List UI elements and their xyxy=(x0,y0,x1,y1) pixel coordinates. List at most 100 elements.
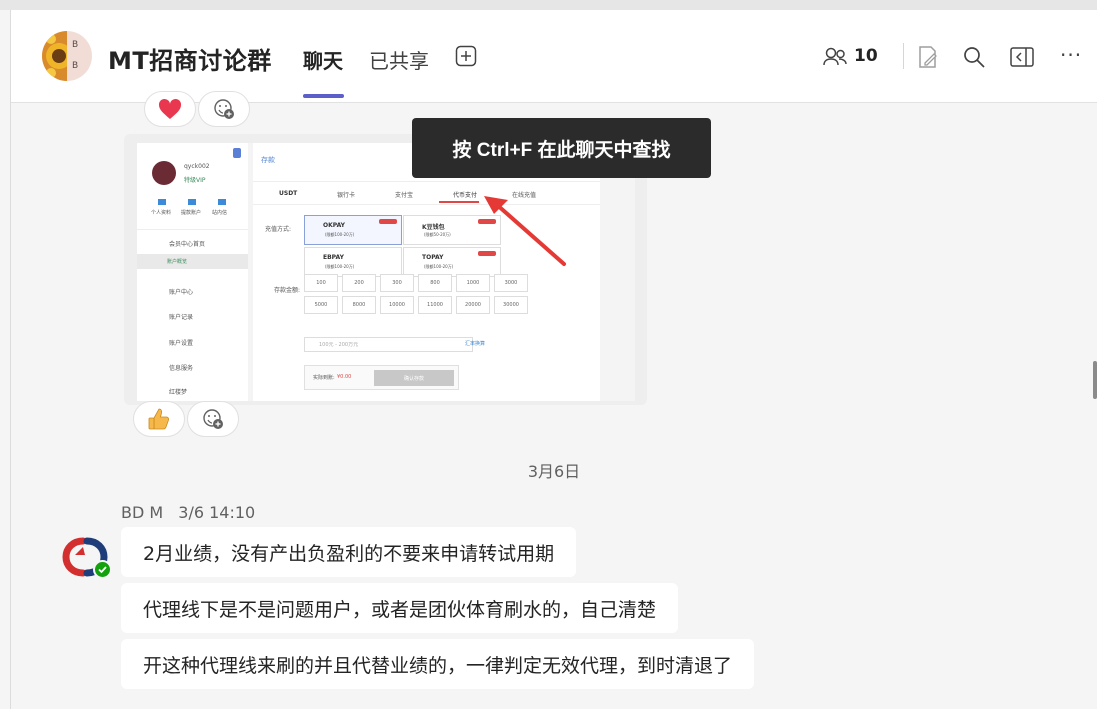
screenshot-method-name: TOPAY xyxy=(422,254,444,261)
screenshot-divider xyxy=(137,229,248,230)
active-tab-indicator xyxy=(303,94,344,98)
sunflower-icon xyxy=(42,31,67,81)
heart-reaction[interactable] xyxy=(144,91,196,127)
thumbs-up-reaction[interactable] xyxy=(133,401,185,437)
screenshot-rate-label: 汇率换算 xyxy=(465,341,486,347)
tab-chat[interactable]: 聊天 xyxy=(303,45,343,74)
find-tooltip: 按 Ctrl+F 在此聊天中查找 xyxy=(412,118,711,178)
participant-count[interactable]: 10 xyxy=(854,46,878,66)
screenshot-amount-option: 3000 xyxy=(494,274,528,292)
avatar-letter: B xyxy=(72,40,79,50)
screenshot-pay-tab: 代币支付 xyxy=(453,192,478,199)
message-meta: BD M 3/6 14:10 xyxy=(121,503,255,522)
screenshot-summary-box: 实际到账: ¥0.00 确认存款 xyxy=(304,365,459,390)
screenshot-divider xyxy=(253,181,600,182)
window-top-strip xyxy=(0,0,1097,10)
tab-shared[interactable]: 已共享 xyxy=(369,45,429,74)
message-text: 代理线下是不是问题用户，或者是团伙体育刷水的，自己清楚 xyxy=(143,598,657,621)
chat-content: qyck002 特级VIP 个人资料 提款账户 站内信 会员中心首页 账户概览 … xyxy=(11,91,1097,709)
header-divider xyxy=(903,43,904,69)
screenshot-actual-value: ¥0.00 xyxy=(337,374,352,380)
people-icon[interactable] xyxy=(822,44,848,70)
heart-icon xyxy=(158,98,182,119)
date-divider: 3月6日 xyxy=(527,462,581,481)
search-icon[interactable] xyxy=(961,44,987,70)
scrollbar-thumb[interactable] xyxy=(1093,361,1097,399)
add-reaction-icon xyxy=(203,409,223,429)
screenshot-active-tab-line xyxy=(439,201,479,203)
screenshot-link: 个人资料 xyxy=(151,210,172,216)
screenshot-vip: 特级VIP xyxy=(184,177,206,184)
screenshot-menu-item: 会员中心首页 xyxy=(169,241,206,248)
message-text: 开这种代理线来刷的并且代替业绩的，一律判定无效代理，到时清退了 xyxy=(143,654,733,677)
screenshot-menu-item: 账户记录 xyxy=(169,314,194,321)
message-time: 3/6 14:10 xyxy=(178,503,256,522)
screenshot-pay-tab: 银行卡 xyxy=(337,192,356,199)
screenshot-method-badge xyxy=(379,219,397,224)
screenshot-amount-option: 800 xyxy=(418,274,452,292)
screenshot-amount-option: 10000 xyxy=(380,296,414,314)
screenshot-actual-label: 实际到账: xyxy=(313,375,335,381)
screenshot-submit-button: 确认存款 xyxy=(374,370,454,386)
screenshot-amount-label: 存款金额: xyxy=(274,287,301,294)
screenshot-amount-option: 200 xyxy=(342,274,376,292)
screenshot-method-name: OKPAY xyxy=(323,222,346,229)
card-icon xyxy=(188,199,196,205)
screenshot-amount-option: 8000 xyxy=(342,296,376,314)
screenshot-amount-option: 5000 xyxy=(304,296,338,314)
screenshot-user-avatar xyxy=(152,161,176,185)
add-reaction-button[interactable] xyxy=(198,91,250,127)
popout-icon[interactable] xyxy=(1009,44,1035,70)
screenshot-link: 提款账户 xyxy=(181,210,202,216)
screenshot-amount-option: 30000 xyxy=(494,296,528,314)
more-icon[interactable]: ··· xyxy=(1060,43,1082,67)
screenshot-method-label: 充值方式: xyxy=(265,226,292,233)
presence-available-icon xyxy=(93,560,112,579)
screenshot-amount-option: 1000 xyxy=(456,274,490,292)
screenshot-method-name: K豆钱包 xyxy=(422,224,445,231)
screenshot-method-card: OKPAY (限额100-20万) xyxy=(304,215,402,245)
screenshot-amount-option: 20000 xyxy=(456,296,490,314)
screenshot-amount-option: 100 xyxy=(304,274,338,292)
screenshot-amount-input: 100元 - 200万元 xyxy=(304,337,473,352)
avatar-letter: B xyxy=(72,61,79,71)
screenshot-main: 存款 USDT 银行卡 支付宝 代币支付 在线充值 充值方式: OKPAY (限… xyxy=(253,143,600,401)
message-bubble[interactable]: 代理线下是不是问题用户，或者是团伙体育刷水的，自己清楚 xyxy=(121,583,679,633)
group-avatar[interactable]: B B xyxy=(42,31,92,81)
screenshot-menu-item: 红楼梦 xyxy=(169,389,188,396)
add-tab-icon[interactable] xyxy=(455,45,477,67)
screenshot-menu-item: 账户概览 xyxy=(167,259,188,265)
thumbs-up-icon xyxy=(148,408,170,430)
screenshot-page: qyck002 特级VIP 个人资料 提款账户 站内信 会员中心首页 账户概览 … xyxy=(137,143,635,401)
screenshot-method-card: EBPAY (限额100-20万) xyxy=(304,247,402,277)
screenshot-pay-tab: USDT xyxy=(279,190,298,197)
screenshot-method-limit: (限额50-20万) xyxy=(424,232,451,237)
mail-icon xyxy=(218,199,226,205)
screenshot-method-limit: (限额100-20万) xyxy=(424,264,454,269)
screenshot-sidebar: qyck002 特级VIP 个人资料 提款账户 站内信 会员中心首页 账户概览 … xyxy=(137,143,248,401)
edit-icon[interactable] xyxy=(915,44,941,70)
screenshot-link: 站内信 xyxy=(212,210,228,216)
sender-name[interactable]: BD M xyxy=(121,503,163,522)
screenshot-menu-item: 信息服务 xyxy=(169,365,194,372)
profile-icon xyxy=(158,199,166,205)
message-bubble[interactable]: 开这种代理线来刷的并且代替业绩的，一律判定无效代理，到时清退了 xyxy=(121,639,755,689)
message-bubble[interactable]: 2月业绩，没有产出负盈利的不要来申请转试用期 xyxy=(121,527,577,577)
screenshot-method-name: EBPAY xyxy=(323,254,344,261)
screenshot-page-title: 存款 xyxy=(261,156,275,164)
group-title: MT招商讨论群 xyxy=(108,47,272,75)
screenshot-menu-item: 账户设置 xyxy=(169,340,194,347)
screenshot-amount-option: 11000 xyxy=(418,296,452,314)
screenshot-pay-tab: 支付宝 xyxy=(395,192,414,199)
screenshot-menu-highlight xyxy=(137,254,248,269)
screenshot-amount-option: 300 xyxy=(380,274,414,292)
screenshot-method-limit: (限额100-20万) xyxy=(325,232,355,237)
add-reaction-icon xyxy=(214,99,234,119)
add-reaction-button[interactable] xyxy=(187,401,239,437)
chat-header: B B MT招商讨论群 聊天 已共享 10 ··· xyxy=(11,10,1097,103)
message-text: 2月业绩，没有产出负盈利的不要来申请转试用期 xyxy=(143,542,555,565)
screenshot-menu-item: 账户中心 xyxy=(169,289,194,296)
screenshot-username: qyck002 xyxy=(184,163,210,170)
screenshot-method-limit: (限额100-20万) xyxy=(325,264,355,269)
red-arrow-icon xyxy=(484,196,566,266)
